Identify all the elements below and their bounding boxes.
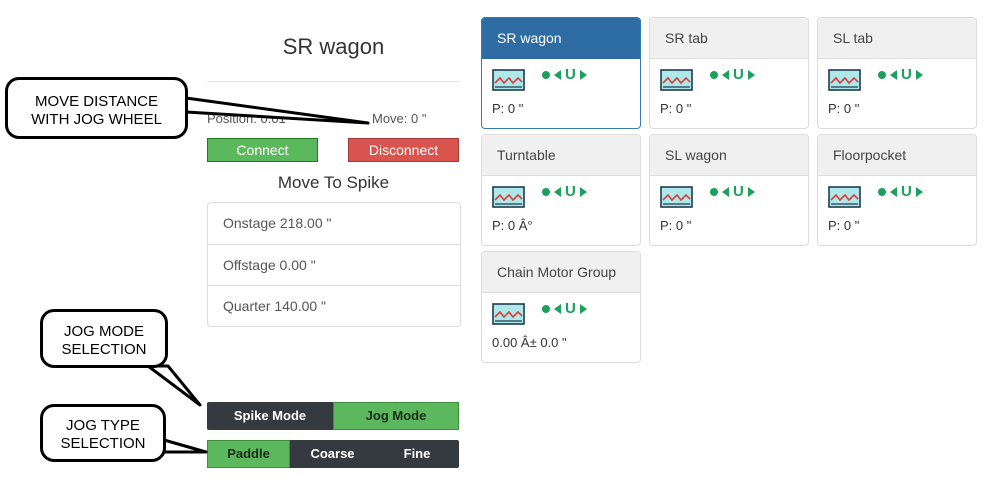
device-name[interactable]: SL tab xyxy=(818,18,976,59)
device-body: U P: 0 " xyxy=(482,59,640,128)
jog-left-icon[interactable] xyxy=(554,303,561,314)
device-name[interactable]: SR tab xyxy=(650,18,808,59)
status-dot-icon xyxy=(878,187,886,196)
device-name[interactable]: SR wagon xyxy=(482,18,640,59)
waveform-icon[interactable] xyxy=(660,69,693,91)
device-name[interactable]: SL wagon xyxy=(650,135,808,176)
jog-right-icon[interactable] xyxy=(579,69,587,80)
callout-jog-mode: JOG MODE SELECTION xyxy=(40,309,168,368)
status-dot-icon xyxy=(542,187,550,196)
device-body: U P: 0 " xyxy=(650,176,808,245)
device-card[interactable]: Chain Motor Group U 0.00 Â± 0.0 " xyxy=(481,251,641,363)
jog-left-icon[interactable] xyxy=(722,69,729,80)
device-controls: U xyxy=(878,184,923,199)
jog-right-icon[interactable] xyxy=(747,69,755,80)
device-card[interactable]: SL wagon U P: 0 " xyxy=(649,134,809,246)
jog-left-icon[interactable] xyxy=(890,69,897,80)
device-controls: U xyxy=(542,184,587,199)
device-value: P: 0 " xyxy=(660,218,692,233)
device-controls: U xyxy=(710,67,755,82)
callout-move-distance-line1: MOVE DISTANCE xyxy=(34,93,159,110)
device-controls: U xyxy=(542,67,587,82)
callout-jog-mode-line2: SELECTION xyxy=(61,341,147,358)
device-card[interactable]: SR wagon U P: 0 " xyxy=(481,17,641,129)
jog-mode-pointer xyxy=(146,364,202,407)
device-value: P: 0 " xyxy=(828,101,860,116)
u-icon[interactable]: U xyxy=(733,184,744,199)
u-icon[interactable]: U xyxy=(901,184,912,199)
jog-right-icon[interactable] xyxy=(915,69,923,80)
status-dot-icon xyxy=(710,70,718,79)
jog-right-icon[interactable] xyxy=(747,186,755,197)
device-body: U P: 0 " xyxy=(650,59,808,128)
device-value: P: 0 " xyxy=(828,218,860,233)
callout-jog-mode-line1: JOG MODE xyxy=(63,323,144,340)
move-distance-pointer xyxy=(184,96,370,125)
jog-right-icon[interactable] xyxy=(915,186,923,197)
device-value: P: 0 " xyxy=(492,101,524,116)
callout-move-distance: MOVE DISTANCE WITH JOG WHEEL xyxy=(5,77,188,139)
u-icon[interactable]: U xyxy=(565,184,576,199)
device-controls: U xyxy=(710,184,755,199)
device-body: U P: 0 Â° xyxy=(482,176,640,245)
callout-move-distance-line2: WITH JOG WHEEL xyxy=(31,111,162,128)
device-card[interactable]: SR tab U P: 0 " xyxy=(649,17,809,129)
device-card[interactable]: Turntable U P: 0 Â° xyxy=(481,134,641,246)
callout-jog-type-line1: JOG TYPE xyxy=(66,417,140,434)
device-value: P: 0 " xyxy=(660,101,692,116)
device-controls: U xyxy=(542,301,587,316)
u-icon[interactable]: U xyxy=(565,301,576,316)
waveform-icon[interactable] xyxy=(660,186,693,208)
jog-left-icon[interactable] xyxy=(554,69,561,80)
jog-type-pointer xyxy=(162,438,208,454)
jog-left-icon[interactable] xyxy=(890,186,897,197)
waveform-icon[interactable] xyxy=(828,69,861,91)
callout-jog-type-line2: SELECTION xyxy=(60,435,146,452)
u-icon[interactable]: U xyxy=(733,67,744,82)
status-dot-icon xyxy=(542,304,550,313)
device-card[interactable]: SL tab U P: 0 " xyxy=(817,17,977,129)
jog-left-icon[interactable] xyxy=(554,186,561,197)
jog-right-icon[interactable] xyxy=(579,186,587,197)
u-icon[interactable]: U xyxy=(565,67,576,82)
jog-right-icon[interactable] xyxy=(579,303,587,314)
status-dot-icon xyxy=(542,70,550,79)
jog-left-icon[interactable] xyxy=(722,186,729,197)
device-name[interactable]: Turntable xyxy=(482,135,640,176)
device-name[interactable]: Chain Motor Group xyxy=(482,252,640,293)
device-name[interactable]: Floorpocket xyxy=(818,135,976,176)
device-controls: U xyxy=(878,67,923,82)
waveform-icon[interactable] xyxy=(492,186,525,208)
status-dot-icon xyxy=(878,70,886,79)
waveform-icon[interactable] xyxy=(828,186,861,208)
device-body: U P: 0 " xyxy=(818,176,976,245)
device-body: U P: 0 " xyxy=(818,59,976,128)
device-card[interactable]: Floorpocket U P: 0 " xyxy=(817,134,977,246)
device-value: 0.00 Â± 0.0 " xyxy=(492,335,567,350)
callout-jog-type: JOG TYPE SELECTION xyxy=(40,404,166,462)
device-body: U 0.00 Â± 0.0 " xyxy=(482,293,640,362)
waveform-icon[interactable] xyxy=(492,69,525,91)
u-icon[interactable]: U xyxy=(901,67,912,82)
status-dot-icon xyxy=(710,187,718,196)
waveform-icon[interactable] xyxy=(492,303,525,325)
device-value: P: 0 Â° xyxy=(492,218,533,233)
